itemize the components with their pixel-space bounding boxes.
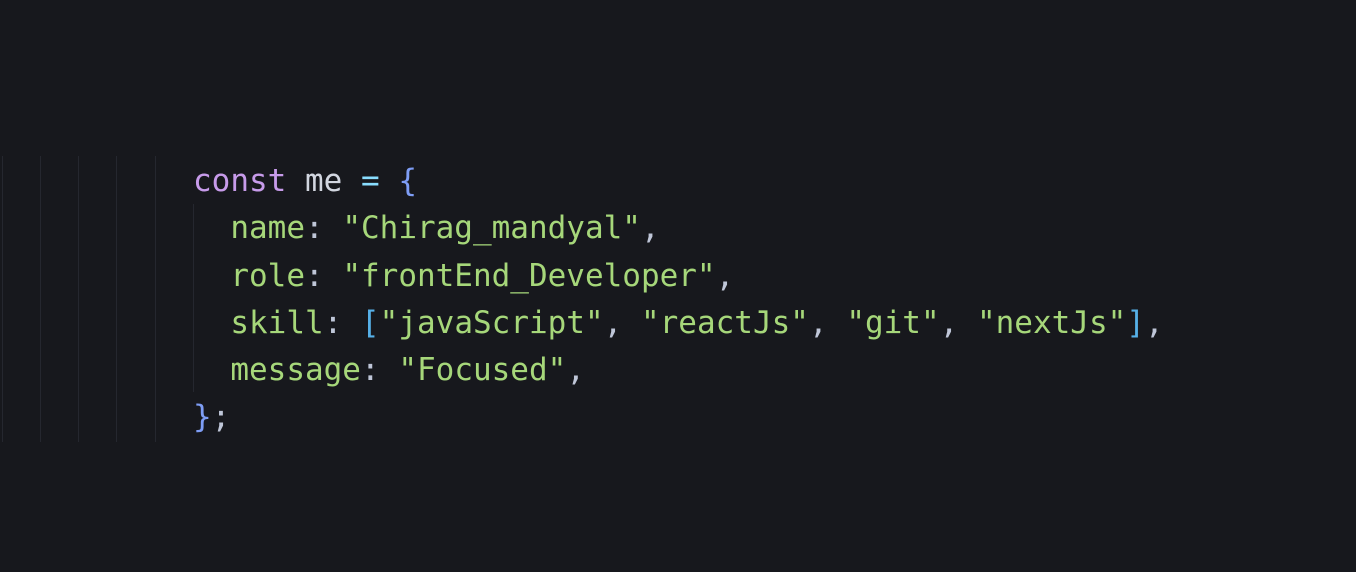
open-bracket: [ <box>361 305 380 341</box>
close-brace: } <box>193 399 212 435</box>
colon: : <box>323 305 343 341</box>
indent-guide <box>116 156 117 442</box>
semicolon: ; <box>211 399 231 435</box>
colon: : <box>304 210 324 246</box>
array-item: "javaScript" <box>379 305 604 341</box>
string-value: "Chirag_mandyal" <box>342 210 641 246</box>
array-item: "nextJs" <box>976 305 1127 341</box>
property-skill: skill <box>230 305 324 341</box>
open-brace: { <box>398 163 418 199</box>
indent-guide <box>2 156 3 442</box>
string-value: "frontEnd_Developer" <box>342 258 716 294</box>
comma: , <box>566 352 585 388</box>
property-name: name <box>230 210 305 246</box>
code-line-6: }; <box>193 394 230 441</box>
comma: , <box>640 210 660 246</box>
colon: : <box>360 352 380 388</box>
property-role: role <box>230 258 305 294</box>
comma: , <box>1144 305 1164 341</box>
comma: , <box>603 305 623 341</box>
assignment-operator: = <box>361 163 380 199</box>
code-line-4: skill: ["javaScript", "reactJs", "git", … <box>193 300 1164 347</box>
code-line-2: name: "Chirag_mandyal", <box>193 205 660 252</box>
array-item: "git" <box>846 305 940 341</box>
close-bracket: ] <box>1126 305 1145 341</box>
code-line-1: const me = { <box>193 158 417 205</box>
code-line-3: role: "frontEnd_Developer", <box>193 253 734 300</box>
indent-guide <box>78 156 79 442</box>
comma: , <box>939 305 959 341</box>
comma: , <box>808 305 828 341</box>
indent-guide <box>155 156 156 442</box>
code-line-5: message: "Focused", <box>193 347 585 394</box>
array-item: "reactJs" <box>640 305 809 341</box>
indent-guide <box>40 156 41 442</box>
comma: , <box>715 258 735 294</box>
keyword-const: const <box>193 163 287 199</box>
identifier-me: me <box>305 163 343 199</box>
property-message: message <box>230 352 361 388</box>
code-editor[interactable]: const me = { name: "Chirag_mandyal", rol… <box>0 0 1356 572</box>
string-value: "Focused" <box>398 352 567 388</box>
colon: : <box>304 258 324 294</box>
